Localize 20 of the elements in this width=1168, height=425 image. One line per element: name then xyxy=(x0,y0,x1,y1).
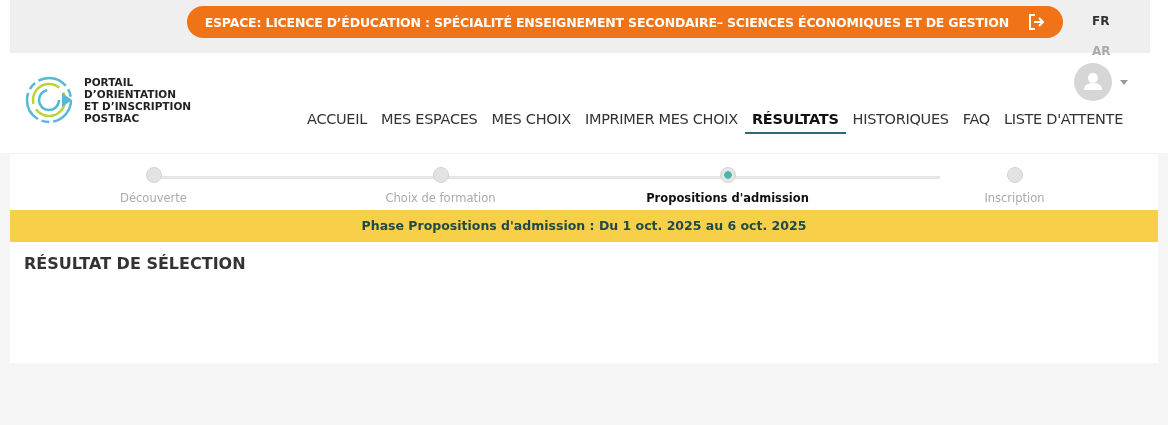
nav-link[interactable]: IMPRIMER MES CHOIX xyxy=(577,111,745,134)
nav-link[interactable]: FAQ xyxy=(955,111,997,134)
section-title: RÉSULTAT DE SÉLECTION xyxy=(24,254,247,273)
logo-text: PORTAIL D’ORIENTATION ET D’INSCRIPTION POSTBAC xyxy=(84,76,192,124)
nav-link[interactable]: MES CHOIX xyxy=(484,111,578,134)
phase-notice: Phase Propositions d'admission : Du 1 oct. 2025 au 6 oct. 2025 xyxy=(10,210,1158,242)
step-label: Choix de formation xyxy=(385,191,496,205)
step-label: Propositions d'admission xyxy=(646,191,809,205)
logout-icon[interactable] xyxy=(1027,13,1045,31)
step-label: Inscription xyxy=(984,191,1045,205)
caret-icon[interactable] xyxy=(1120,79,1128,85)
avatar-icon[interactable] xyxy=(1074,63,1112,101)
nav-link[interactable]: MES ESPACES xyxy=(374,111,485,134)
banner-text: ESPACE: LICENCE D’ÉDUCATION : SPÉCIALITÉ ENSEIGNEMENT SECONDAIRE– SCIENCES ÉCONOMIQUES ET DE GESTION xyxy=(204,14,1009,30)
nav-link[interactable]: HISTORIQUES xyxy=(845,111,956,134)
nav-link[interactable]: RÉSULTATS xyxy=(744,111,846,134)
nav-link[interactable]: ACCUEIL xyxy=(300,111,374,134)
language-link[interactable]: FR xyxy=(1092,14,1110,28)
nav-link[interactable]: LISTE D'ATTENTE xyxy=(996,111,1130,134)
step-label: Découverte xyxy=(120,191,187,205)
